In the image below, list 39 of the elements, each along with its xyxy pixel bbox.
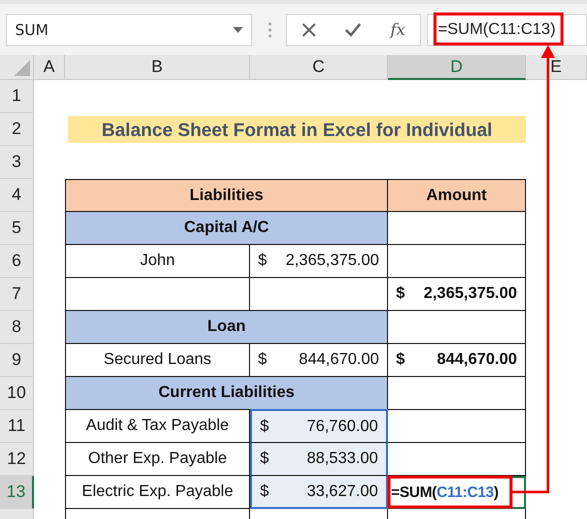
row-header[interactable]: 10 <box>0 377 34 410</box>
row-header[interactable]: 8 <box>0 311 34 344</box>
row-header[interactable]: 7 <box>0 278 34 311</box>
table-cell: $ 33,627.00 <box>250 476 388 509</box>
column-header[interactable]: A <box>34 55 65 80</box>
table-cell: $ 2,365,375.00 <box>250 245 388 278</box>
row-header[interactable]: 13 <box>0 476 34 509</box>
triangle-icon <box>14 60 30 76</box>
table-cell: $ 76,760.00 <box>250 409 388 443</box>
sheet-title: Balance Sheet Format in Excel for Individual <box>68 116 526 143</box>
row-header[interactable]: 9 <box>0 344 34 377</box>
section-heading: Loan <box>65 311 388 344</box>
dropdown-caret-icon[interactable] <box>233 26 243 32</box>
row-header[interactable]: 12 <box>0 443 34 476</box>
table-cell[interactable]: =SUM(C11:C13) <box>388 476 526 509</box>
row-header[interactable]: 11 <box>0 410 34 443</box>
close-icon <box>301 22 318 38</box>
section-heading: Capital A/C <box>65 212 388 245</box>
section-heading: Current Liabilities <box>65 377 388 410</box>
drag-handle-icon <box>268 20 272 38</box>
column-heading: Liabilities <box>65 179 388 212</box>
table-cell: $ 844,670.00 <box>388 344 526 377</box>
insert-function-button[interactable]: fx <box>382 16 413 44</box>
row-header[interactable]: 6 <box>0 245 34 278</box>
row-header[interactable]: 4 <box>0 179 34 212</box>
table-cell: John <box>65 245 250 278</box>
table-cell: $ 88,533.00 <box>250 443 388 476</box>
table-cell: $ 2,365,375.00 <box>388 278 526 311</box>
row-header[interactable]: 5 <box>0 212 34 245</box>
name-box[interactable]: SUM <box>6 14 252 46</box>
row-header[interactable]: 1 <box>0 80 34 113</box>
row-header[interactable]: 2 <box>0 113 34 146</box>
check-icon <box>344 22 362 38</box>
column-header[interactable]: C <box>250 55 388 80</box>
row-header[interactable]: 3 <box>0 146 34 179</box>
column-heading: Amount <box>388 179 526 212</box>
column-header[interactable]: E <box>526 55 587 80</box>
column-header[interactable]: D <box>388 55 526 80</box>
column-header[interactable]: B <box>65 55 250 80</box>
